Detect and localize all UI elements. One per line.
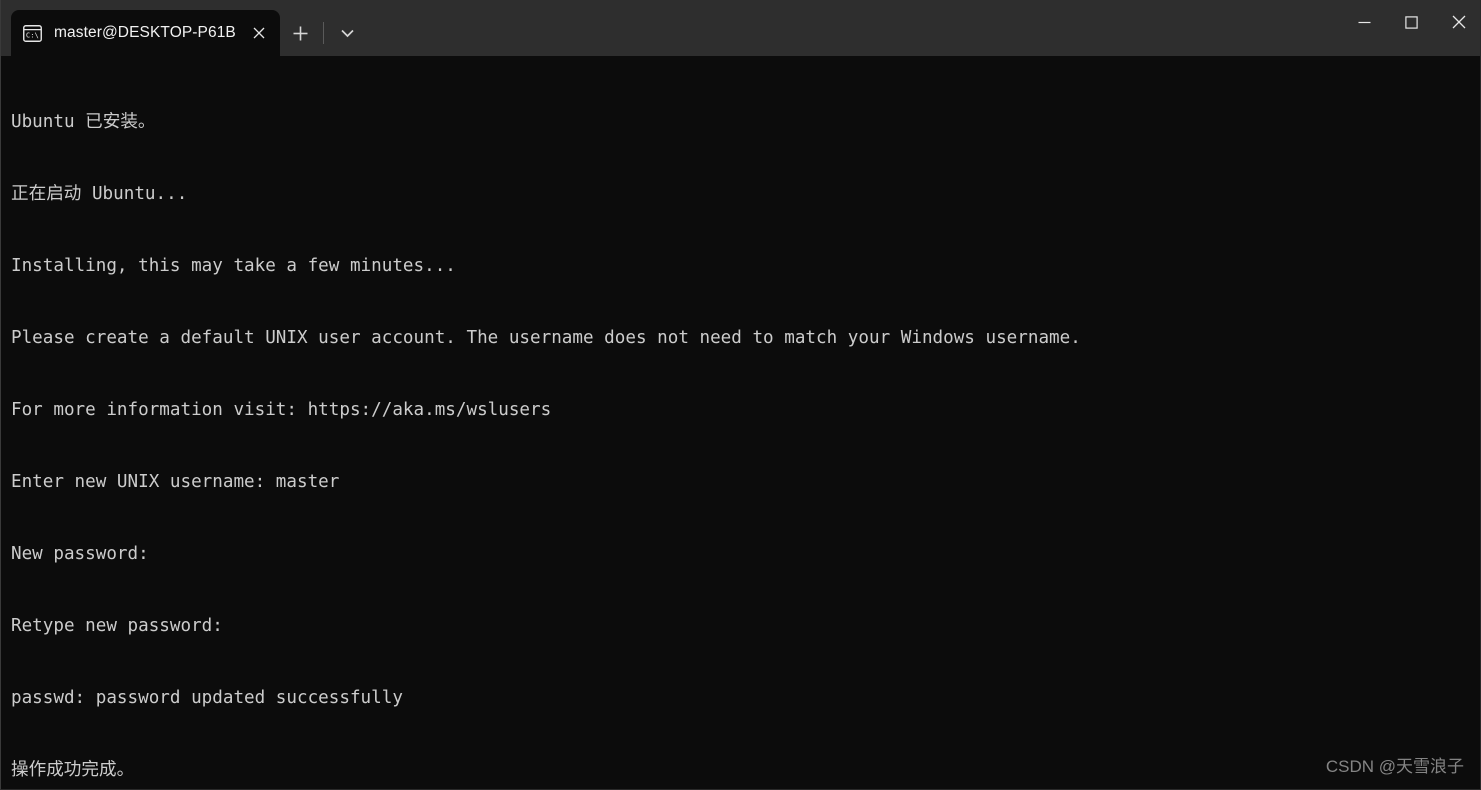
terminal-line: New password: (11, 544, 149, 564)
tab-title: master@DESKTOP-P61BP8C: ~ (54, 24, 236, 41)
new-tab-button[interactable] (280, 13, 320, 53)
terminal-line: 操作成功完成。 (11, 760, 135, 780)
terminal-line: Installing, this may take a few minutes.… (11, 256, 456, 276)
watermark: CSDN @天雪浪子 (1325, 757, 1464, 776)
maximize-button[interactable] (1388, 0, 1435, 44)
tab-actions (280, 10, 367, 56)
chevron-down-icon (340, 29, 354, 37)
terminal-line: Ubuntu 已安装。 (11, 112, 156, 132)
window-controls (1341, 0, 1480, 44)
minimize-button[interactable] (1341, 0, 1388, 44)
window-close-button[interactable] (1435, 0, 1480, 44)
terminal-line: For more information visit: https://aka.… (11, 400, 552, 420)
minimize-icon (1358, 21, 1371, 23)
window-close-icon (1452, 15, 1465, 29)
terminal-line: Retype new password: (11, 616, 223, 636)
terminal-line: 正在启动 Ubuntu... (11, 184, 188, 204)
tab-close-button[interactable] (244, 18, 274, 48)
terminal-window: C:\ master@DESKTOP-P61BP8C: ~ (0, 0, 1481, 790)
maximize-icon (1405, 15, 1418, 29)
close-icon (253, 27, 265, 39)
command-prompt-icon: C:\ (23, 24, 42, 42)
plus-icon (293, 26, 307, 40)
terminal-line: passwd: password updated successfully (11, 688, 403, 708)
terminal-line: Enter new UNIX username: master (11, 472, 340, 492)
tab-dropdown-button[interactable] (327, 13, 367, 53)
tab-active[interactable]: C:\ master@DESKTOP-P61BP8C: ~ (11, 10, 280, 60)
terminal-line: Please create a default UNIX user accoun… (11, 328, 1081, 348)
tab-strip: C:\ master@DESKTOP-P61BP8C: ~ (1, 0, 367, 60)
svg-text:C:\: C:\ (26, 30, 39, 39)
terminal-output[interactable]: Ubuntu 已安装。 正在启动 Ubuntu... Installing, t… (1, 56, 1480, 789)
title-bar: C:\ master@DESKTOP-P61BP8C: ~ (1, 0, 1480, 60)
toolbar-divider (323, 22, 324, 44)
